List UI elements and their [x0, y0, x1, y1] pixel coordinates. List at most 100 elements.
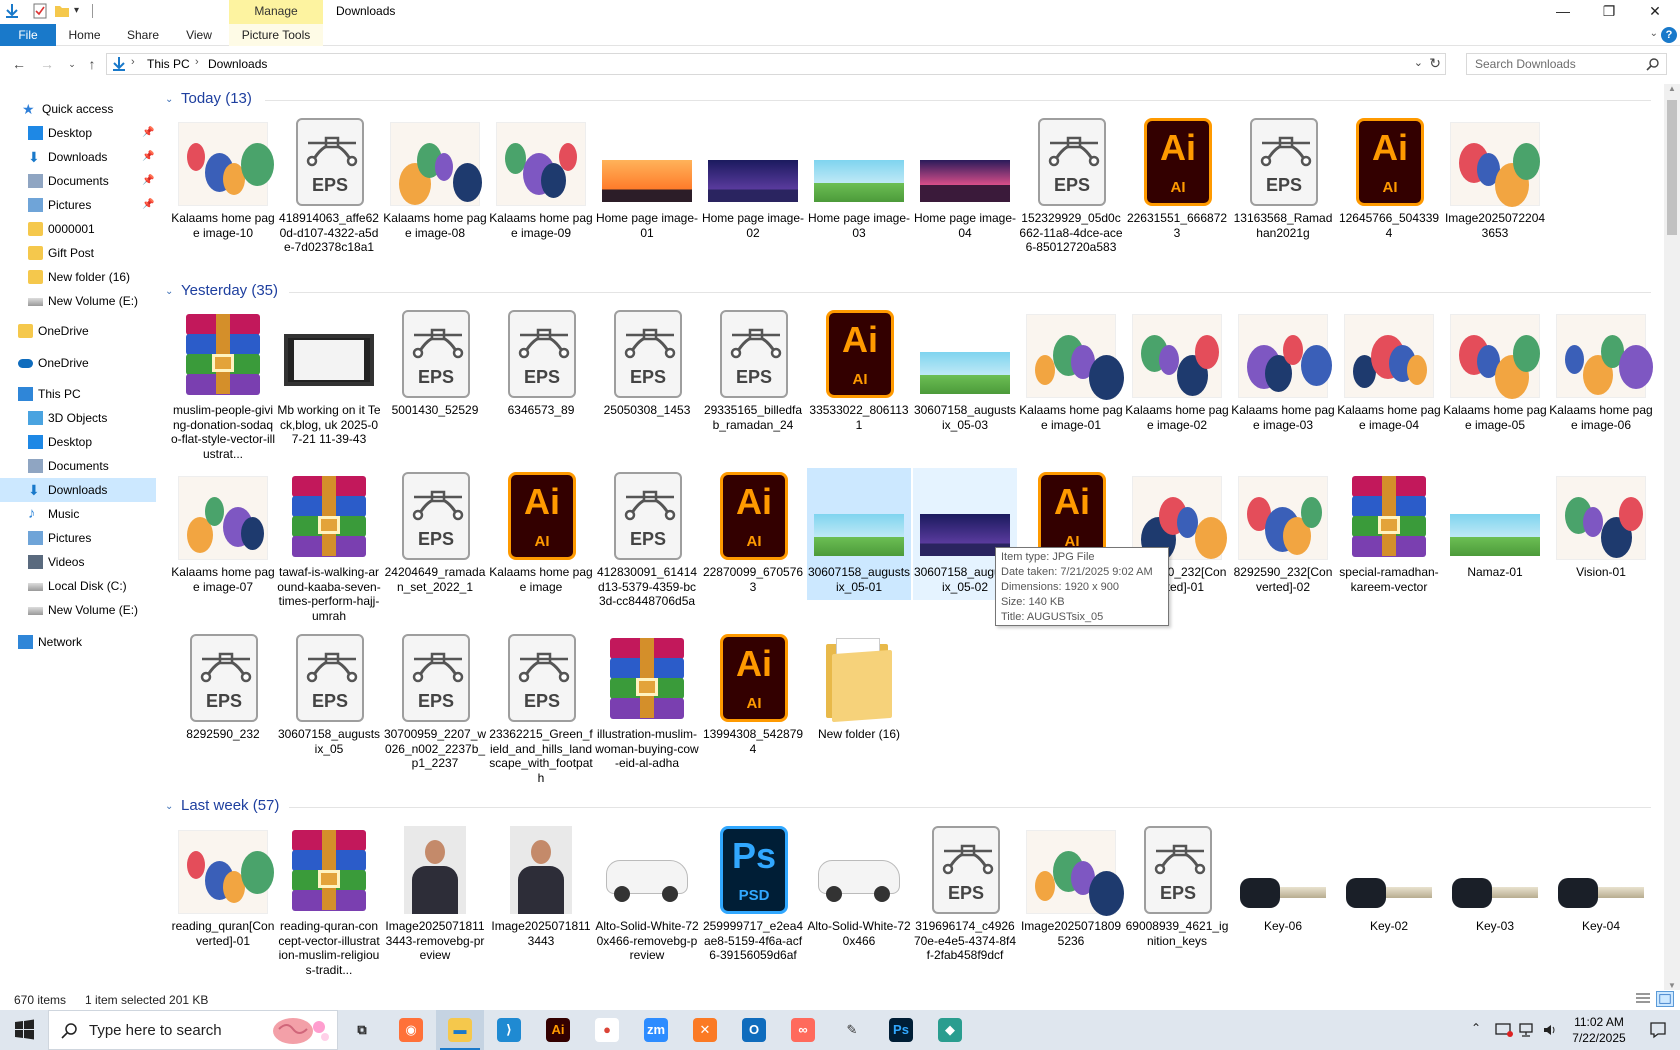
file-tile[interactable]: Kalaams home page image-03: [1231, 306, 1335, 438]
group-collapse-chevron-icon[interactable]: ⌄: [165, 94, 173, 105]
file-tile[interactable]: muslim-people-giving-donation-sodaqo-fla…: [171, 306, 275, 461]
file-tile[interactable]: Kalaams home page image-09: [489, 114, 593, 246]
taskbar-app-zoom[interactable]: zm: [632, 1010, 680, 1050]
file-tile[interactable]: Kalaams home page image-05: [1443, 306, 1547, 438]
file-tile[interactable]: New folder (16): [807, 630, 911, 762]
file-tile[interactable]: EPS 69008939_4621_ignition_keys: [1125, 822, 1229, 954]
tab-file[interactable]: File: [0, 24, 56, 46]
network-tray-icon[interactable]: [1519, 1022, 1537, 1038]
file-tile[interactable]: Kalaams home page image-08: [383, 114, 487, 246]
file-tile[interactable]: Namaz-01: [1443, 468, 1547, 600]
scrollbar-thumb[interactable]: [1667, 100, 1677, 235]
file-tile[interactable]: Ai AI 12645766_5043394: [1337, 114, 1441, 246]
taskbar-app-xampp[interactable]: ✕: [681, 1010, 729, 1050]
file-tile[interactable]: Ai AI 22631551_6668723: [1125, 114, 1229, 246]
file-tile[interactable]: Key-04: [1549, 822, 1653, 954]
file-tile[interactable]: Key-06: [1231, 822, 1335, 954]
file-tile[interactable]: EPS 23362215_Green_field_and_hills_landsc…: [489, 630, 593, 785]
taskbar-app-firefox[interactable]: ◉: [387, 1010, 435, 1050]
nav-item-documents[interactable]: Documents: [0, 454, 156, 478]
file-tile[interactable]: illustration-muslim-woman-buying-cow-eid…: [595, 630, 699, 770]
nav-item-network[interactable]: Network: [0, 630, 156, 654]
file-tile[interactable]: EPS 6346573_89: [489, 306, 593, 438]
taskbar-app-task-view[interactable]: ⧉: [338, 1010, 386, 1050]
taskbar-app-chrome[interactable]: ●: [583, 1010, 631, 1050]
file-tile[interactable]: reading-quran-concept-vector-illustratio…: [277, 822, 381, 977]
taskbar-app-pen-tool[interactable]: ✎: [828, 1010, 876, 1050]
search-icon[interactable]: [1646, 57, 1660, 71]
file-tile[interactable]: EPS 29335165_billedfab_ramadan_24: [701, 306, 805, 438]
file-tile[interactable]: EPS 5001430_52529: [383, 306, 487, 438]
nav-item-desktop[interactable]: Desktop: [0, 430, 156, 454]
file-tile[interactable]: 8292590_232[Converted]-02: [1231, 468, 1335, 600]
nav-item-videos[interactable]: Videos: [0, 550, 156, 574]
nav-item-music[interactable]: ♪ Music: [0, 502, 156, 526]
system-clock[interactable]: 11:02 AM 7/22/2025: [1566, 1014, 1632, 1046]
tab-share[interactable]: Share: [118, 24, 168, 46]
details-view-icon[interactable]: [1635, 992, 1651, 1006]
file-tile[interactable]: Ps PSD 259999717_e2ea4ae8-5159-4f6a-acf6-3…: [701, 822, 805, 962]
file-tile[interactable]: EPS 319696174_c492670e-e4e5-4374-8f4f-2fa…: [913, 822, 1017, 962]
file-tile[interactable]: Kalaams home page image-10: [171, 114, 275, 246]
nav-item-desktop[interactable]: Desktop 📌: [0, 121, 156, 145]
file-tile[interactable]: Image20250718095236: [1019, 822, 1124, 954]
file-tile[interactable]: EPS 25050308_1453: [595, 306, 699, 438]
up-arrow-icon[interactable]: ↑: [83, 55, 101, 73]
file-tile[interactable]: Mb working on it Teck,blog, uk 2025-07-2…: [277, 306, 381, 446]
file-tile[interactable]: EPS 152329929_05d0c662-11a8-4dce-ace6-850…: [1019, 114, 1123, 254]
customize-qat-chevron-icon[interactable]: ▾: [74, 5, 90, 21]
nav-item-this-pc[interactable]: This PC: [0, 382, 156, 406]
taskbar-app-outlook[interactable]: O: [730, 1010, 778, 1050]
new-folder-icon[interactable]: [54, 3, 70, 19]
scroll-up-arrow-icon[interactable]: ▲: [1668, 84, 1676, 93]
nav-item-quick-access[interactable]: ★ Quick access: [0, 97, 156, 121]
nav-item-onedrive[interactable]: OneDrive: [0, 319, 156, 343]
file-tile[interactable]: EPS 30607158_augustsix_05: [277, 630, 381, 762]
breadcrumb-downloads[interactable]: Downloads: [208, 57, 267, 71]
search-input[interactable]: [1467, 54, 1642, 74]
nav-item-0000001[interactable]: 0000001: [0, 217, 156, 241]
file-tile[interactable]: Home page image-02: [701, 114, 805, 246]
nav-item-local-disk-c[interactable]: Local Disk (C:): [0, 574, 156, 598]
group-header[interactable]: ⌄ Today (13): [165, 88, 1651, 112]
tab-home[interactable]: Home: [62, 24, 107, 46]
file-tile[interactable]: Home page image-03: [807, 114, 911, 246]
search-box[interactable]: [1466, 53, 1667, 75]
file-tile[interactable]: Home page image-01: [595, 114, 699, 246]
large-icons-view-icon[interactable]: [1656, 991, 1674, 1007]
file-tile[interactable]: Kalaams home page image-02: [1125, 306, 1229, 438]
maximize-button[interactable]: ❐: [1586, 0, 1632, 22]
tab-picture-tools[interactable]: Picture Tools: [229, 24, 323, 46]
taskbar-app-vscode[interactable]: ⟩: [485, 1010, 533, 1050]
address-bar[interactable]: › This PC › Downloads ⌄ ↻: [106, 53, 1446, 75]
group-collapse-chevron-icon[interactable]: ⌄: [165, 801, 173, 812]
nav-item-3d-objects[interactable]: 3D Objects: [0, 406, 156, 430]
manage-contextual-tab[interactable]: Manage: [229, 0, 323, 24]
file-tile[interactable]: Image20250718113443: [489, 822, 593, 954]
file-tile[interactable]: Alto-Solid-White-720x466: [807, 822, 911, 954]
nav-item-new-volume-e[interactable]: New Volume (E:): [0, 289, 156, 313]
expand-ribbon-chevron-icon[interactable]: ⌄: [1650, 28, 1658, 39]
file-tile[interactable]: EPS 412830091_61414d13-5379-4359-bc3d-cc8…: [595, 468, 699, 608]
tab-view[interactable]: View: [178, 24, 220, 46]
volume-icon[interactable]: [1542, 1022, 1558, 1038]
group-header[interactable]: ⌄ Last week (57): [165, 795, 1651, 819]
nav-item-gift-post[interactable]: Gift Post: [0, 241, 156, 265]
file-tile[interactable]: tawaf-is-walking-around-kaaba-seven-time…: [277, 468, 381, 623]
nav-item-pictures[interactable]: Pictures: [0, 526, 156, 550]
file-tile[interactable]: Ai AI Kalaams home page image: [489, 468, 593, 600]
file-tile[interactable]: EPS 24204649_ramadan_set_2022_1: [383, 468, 487, 600]
forward-arrow-icon[interactable]: →: [38, 55, 56, 73]
back-arrow-icon[interactable]: ←: [10, 55, 28, 73]
file-tile[interactable]: Kalaams home page image-07: [171, 468, 275, 600]
properties-icon[interactable]: [32, 3, 48, 19]
group-header[interactable]: ⌄ Yesterday (35): [165, 280, 1651, 304]
taskbar-app-illustrator[interactable]: Ai: [534, 1010, 582, 1050]
nav-item-onedrive[interactable]: OneDrive: [0, 351, 156, 375]
scroll-down-arrow-icon[interactable]: ▼: [1668, 981, 1676, 990]
file-tile[interactable]: EPS 30700959_2207_w026_n002_2237b_p1_2237: [383, 630, 487, 770]
group-collapse-chevron-icon[interactable]: ⌄: [165, 286, 173, 297]
address-history-chevron-icon[interactable]: ⌄: [1414, 56, 1423, 69]
file-tile[interactable]: Key-03: [1443, 822, 1547, 954]
notifications-icon[interactable]: [1649, 1021, 1667, 1039]
